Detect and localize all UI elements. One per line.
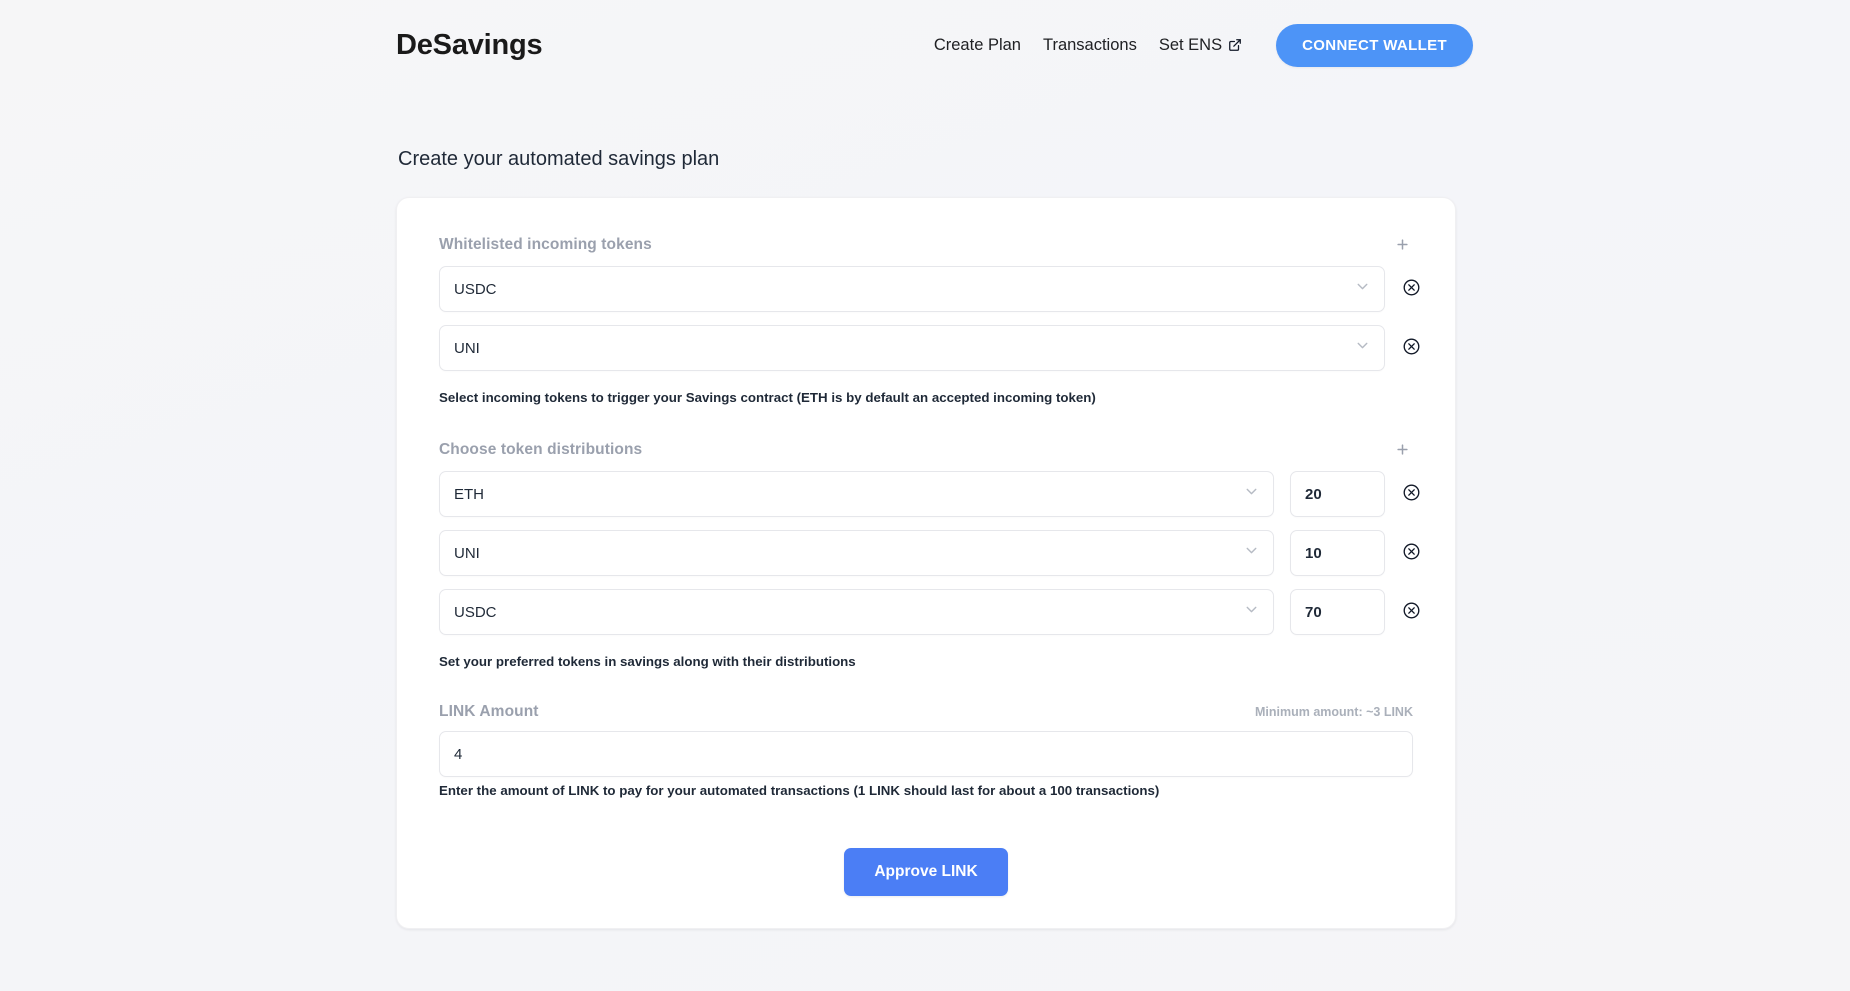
distribution-token-select-wrapper-3: USDC <box>439 589 1274 635</box>
nav-links: Create Plan Transactions Set ENS CONNECT… <box>934 23 1810 67</box>
add-distribution-row-button[interactable] <box>1391 439 1413 461</box>
whitelist-section-header: Whitelisted incoming tokens <box>431 226 1421 266</box>
distribution-token-select-3[interactable]: USDC <box>439 589 1274 635</box>
distribution-token-select-wrapper-2: UNI <box>439 530 1274 576</box>
plus-icon <box>1395 440 1410 461</box>
whitelist-row: UNI <box>431 325 1421 371</box>
whitelist-helper-text: Select incoming tokens to trigger your S… <box>439 390 1096 405</box>
distribution-token-select-1[interactable]: ETH <box>439 471 1274 517</box>
distribution-section-label: Choose token distributions <box>439 441 643 458</box>
distribution-row: USDC <box>431 589 1421 635</box>
nav-link-set-ens[interactable]: Set ENS <box>1159 36 1242 55</box>
whitelist-row: USDC <box>431 266 1421 312</box>
nav-link-transactions[interactable]: Transactions <box>1043 36 1137 55</box>
distribution-row: UNI <box>431 530 1421 576</box>
whitelist-token-select-wrapper-2: UNI <box>439 325 1385 371</box>
link-amount-header: LINK Amount Minimum amount: ~3 LINK <box>431 695 1421 731</box>
whitelist-token-select-1[interactable]: USDC <box>439 266 1385 312</box>
whitelist-section-label: Whitelisted incoming tokens <box>439 236 652 253</box>
circle-x-icon <box>1402 337 1421 359</box>
plus-icon <box>1395 235 1410 256</box>
page-content: Create your automated savings plan White… <box>0 148 1850 929</box>
link-input-wrapper <box>431 731 1421 777</box>
link-amount-label: LINK Amount <box>439 703 539 720</box>
distribution-section: Choose token distributions ETH 20 UNI 10… <box>431 431 1421 669</box>
distribution-section-header: Choose token distributions <box>431 431 1421 471</box>
circle-x-icon <box>1402 278 1421 300</box>
nav-link-create-plan[interactable]: Create Plan <box>934 36 1021 55</box>
distribution-amount-input-2[interactable] <box>1290 530 1385 576</box>
connect-wallet-button[interactable]: CONNECT WALLET <box>1276 23 1473 67</box>
add-whitelist-token-button[interactable] <box>1391 234 1413 256</box>
link-amount-input[interactable] <box>439 731 1413 777</box>
brand-logo[interactable]: DeSavings <box>396 29 543 62</box>
remove-distribution-row-button-1[interactable] <box>1401 484 1421 504</box>
distribution-token-select-wrapper-1: ETH <box>439 471 1274 517</box>
remove-whitelist-token-button-1[interactable] <box>1401 279 1421 299</box>
remove-distribution-row-button-2[interactable] <box>1401 543 1421 563</box>
circle-x-icon <box>1402 542 1421 564</box>
distribution-token-select-2[interactable]: UNI <box>439 530 1274 576</box>
submit-area: Approve LINK <box>431 824 1421 896</box>
approve-link-button[interactable]: Approve LINK <box>844 848 1008 896</box>
page-title: Create your automated savings plan <box>398 148 720 170</box>
remove-distribution-row-button-3[interactable] <box>1401 602 1421 622</box>
distribution-amount-input-3[interactable] <box>1290 589 1385 635</box>
link-helper-text: Enter the amount of LINK to pay for your… <box>439 783 1160 798</box>
link-minimum-note: Minimum amount: ~3 LINK <box>1255 705 1413 719</box>
whitelist-token-select-wrapper-1: USDC <box>439 266 1385 312</box>
circle-x-icon <box>1402 601 1421 623</box>
remove-whitelist-token-button-2[interactable] <box>1401 338 1421 358</box>
distribution-row: ETH <box>431 471 1421 517</box>
link-amount-section: LINK Amount Minimum amount: ~3 LINK Ente… <box>431 695 1421 798</box>
whitelist-section: Whitelisted incoming tokens USDC UNI Sel… <box>431 226 1421 405</box>
create-plan-card: Whitelisted incoming tokens USDC UNI Sel… <box>396 197 1456 929</box>
distribution-helper-text: Set your preferred tokens in savings alo… <box>439 654 856 669</box>
circle-x-icon <box>1402 483 1421 505</box>
nav-link-set-ens-label: Set ENS <box>1158 35 1223 54</box>
distribution-amount-input-1[interactable] <box>1290 471 1385 517</box>
whitelist-token-select-2[interactable]: UNI <box>439 325 1385 371</box>
external-link-icon <box>1228 38 1242 52</box>
navbar: DeSavings Create Plan Transactions Set E… <box>0 0 1850 86</box>
